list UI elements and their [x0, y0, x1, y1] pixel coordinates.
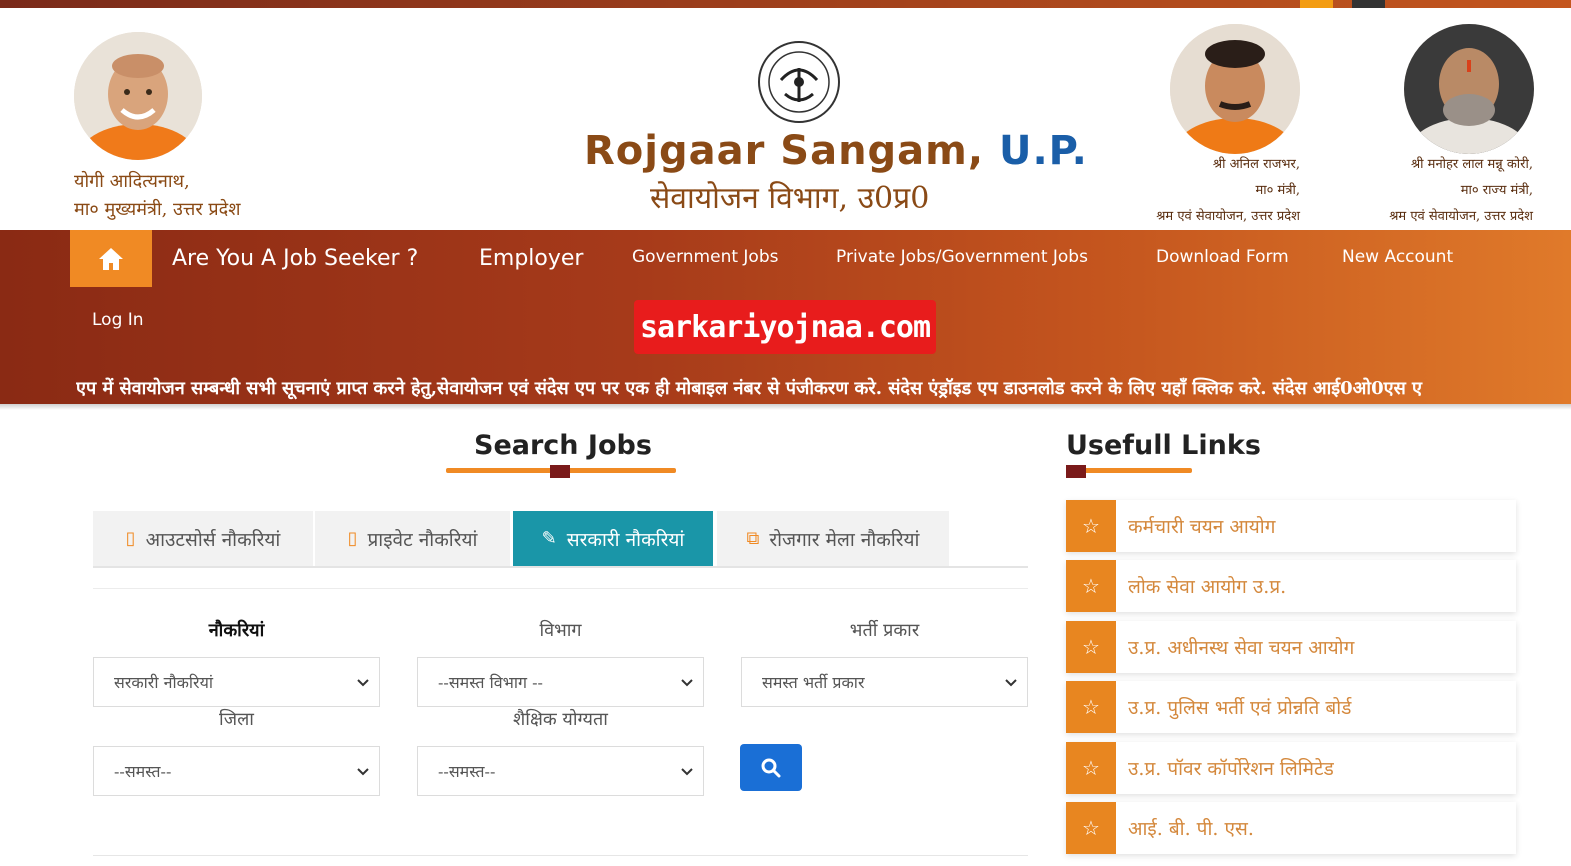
caption-line: श्री मनोहर लाल मन्नू कोरी,: [1410, 157, 1533, 172]
select-value: --समस्त विभाग --: [438, 673, 543, 692]
caption-line: श्रम एवं सेवायोजन, उत्तर प्रदेश: [1156, 209, 1300, 224]
education-select[interactable]: --समस्त--: [417, 746, 704, 796]
jobs-label: नौकरियां: [208, 620, 265, 641]
title-underline-mark: [1066, 465, 1086, 478]
caption-line: श्री अनिल राजभर,: [1212, 157, 1300, 172]
select-value: --समस्त--: [438, 762, 496, 781]
panel-divider: [93, 588, 1028, 589]
chevron-down-icon: [357, 679, 369, 687]
tab-private-jobs[interactable]: ▯ प्राइवेट नौकरियां: [315, 511, 512, 566]
department-label: विभाग: [539, 620, 582, 641]
link-label: लोक सेवा आयोग उ.प्र.: [1128, 576, 1287, 598]
recruitment-type-label: भर्ती प्रकार: [849, 620, 920, 641]
useful-link-item[interactable]: ☆ उ.प्र. अधीनस्थ सेवा चयन आयोग: [1066, 621, 1516, 673]
link-label: उ.प्र. अधीनस्थ सेवा चयन आयोग: [1128, 637, 1355, 659]
chief-minister-portrait: [74, 32, 202, 160]
select-value: सरकारी नौकरियां: [114, 673, 213, 692]
caption-line: मा० मंत्री,: [1255, 183, 1300, 198]
chevron-down-icon: [1005, 679, 1017, 687]
link-label: उ.प्र. पॉवर कॉर्पोरेशन लिमिटेड: [1128, 758, 1334, 780]
nav-private-jobs[interactable]: Private Jobs/Government Jobs: [836, 247, 1088, 267]
nav-login[interactable]: Log In: [92, 310, 144, 330]
home-button[interactable]: [70, 230, 152, 287]
search-button[interactable]: [740, 744, 802, 791]
useful-link-item[interactable]: ☆ आई. बी. पी. एस.: [1066, 802, 1516, 854]
brand-title-state: U.P.: [998, 128, 1088, 174]
nav-job-seeker[interactable]: Are You A Job Seeker ?: [172, 246, 418, 271]
star-icon: ☆: [1066, 560, 1116, 612]
nav-download-form[interactable]: Download Form: [1156, 247, 1289, 267]
labour-minister-caption: श्री अनिल राजभर, मा० मंत्री, श्रम एवं से…: [1100, 152, 1300, 230]
jobs-select[interactable]: सरकारी नौकरियां: [93, 657, 380, 707]
nav-shadow: [0, 404, 1571, 410]
nav-government-jobs[interactable]: Government Jobs: [632, 247, 778, 267]
document-icon: ▯: [125, 528, 136, 549]
edit-icon: ✎: [541, 528, 557, 549]
nav-new-account[interactable]: New Account: [1342, 247, 1453, 267]
top-bar-block: [1352, 0, 1385, 8]
home-icon: [99, 247, 123, 270]
district-label: जिला: [219, 709, 254, 730]
site-header: योगी आदित्यनाथ, मा० मुख्यमंत्री, उत्तर प…: [0, 8, 1571, 230]
state-minister-caption: श्री मनोहर लाल मन्नू कोरी, मा० राज्य मंत…: [1330, 152, 1533, 230]
useful-link-item[interactable]: ☆ लोक सेवा आयोग उ.प्र.: [1066, 560, 1516, 612]
tab-label: प्राइवेट नौकरियां: [367, 528, 478, 551]
link-label: उ.प्र. पुलिस भर्ती एवं प्रोन्नति बोर्ड: [1128, 697, 1352, 719]
tabs-underline: [93, 566, 1028, 568]
chevron-down-icon: [357, 768, 369, 776]
panel-bottom-divider: [93, 855, 1028, 856]
nav-employer[interactable]: Employer: [479, 246, 583, 271]
top-accent-bar: [0, 0, 1571, 8]
main-navigation: Are You A Job Seeker ? Employer Governme…: [0, 230, 1571, 404]
up-state-emblem-icon: [757, 40, 841, 124]
top-bar-block: [1300, 0, 1333, 8]
brand-title: Rojgaar Sangam, U.P.: [584, 128, 1087, 174]
title-underline-mark: [550, 465, 570, 478]
labour-minister-portrait: [1170, 24, 1300, 154]
tab-label: सरकारी नौकरियां: [566, 528, 685, 551]
state-minister-portrait: [1404, 24, 1534, 154]
star-icon: ☆: [1066, 681, 1116, 733]
select-value: समस्त भर्ती प्रकार: [762, 673, 865, 692]
chief-minister-caption: योगी आदित्यनाथ, मा० मुख्यमंत्री, उत्तर प…: [74, 168, 240, 224]
search-jobs-title: Search Jobs: [474, 430, 652, 461]
copy-icon: ⧉: [746, 528, 760, 549]
recruitment-type-select[interactable]: समस्त भर्ती प्रकार: [741, 657, 1028, 707]
district-select[interactable]: --समस्त--: [93, 746, 380, 796]
brand-subtitle: सेवायोजन विभाग, उ0प्र0: [650, 181, 930, 216]
department-select[interactable]: --समस्त विभाग --: [417, 657, 704, 707]
watermark-banner: sarkariyojnaa.com: [634, 300, 936, 354]
brand-title-main: Rojgaar Sangam,: [584, 128, 985, 174]
useful-link-item[interactable]: ☆ उ.प्र. पॉवर कॉर्पोरेशन लिमिटेड: [1066, 742, 1516, 794]
useful-links-title: Usefull Links: [1066, 430, 1261, 461]
caption-line: योगी आदित्यनाथ,: [74, 171, 190, 192]
select-value: --समस्त--: [114, 762, 172, 781]
tab-label: रोजगार मेला नौकरियां: [769, 528, 920, 551]
caption-line: श्रम एवं सेवायोजन, उत्तर प्रदेश: [1389, 209, 1533, 224]
caption-line: मा० मुख्यमंत्री, उत्तर प्रदेश: [74, 199, 241, 220]
tab-rojgar-mela-jobs[interactable]: ⧉ रोजगार मेला नौकरियां: [717, 511, 951, 566]
chevron-down-icon: [681, 768, 693, 776]
news-marquee[interactable]: एप में सेवायोजन सम्बन्धी सभी सूचनाएं प्र…: [76, 376, 1516, 400]
star-icon: ☆: [1066, 500, 1116, 552]
link-label: आई. बी. पी. एस.: [1128, 818, 1254, 840]
job-type-tabs: ▯ आउटसोर्स नौकरियां ▯ प्राइवेट नौकरियां …: [93, 511, 1028, 567]
star-icon: ☆: [1066, 621, 1116, 673]
star-icon: ☆: [1066, 802, 1116, 854]
search-icon: [761, 758, 781, 777]
chevron-down-icon: [681, 679, 693, 687]
tab-government-jobs[interactable]: ✎ सरकारी नौकरियां: [513, 511, 715, 566]
useful-link-item[interactable]: ☆ उ.प्र. पुलिस भर्ती एवं प्रोन्नति बोर्ड: [1066, 681, 1516, 733]
tab-label: आउटसोर्स नौकरियां: [145, 528, 281, 551]
education-label: शैक्षिक योग्यता: [513, 709, 608, 730]
useful-link-item[interactable]: ☆ कर्मचारी चयन आयोग: [1066, 500, 1516, 552]
document-icon: ▯: [347, 528, 358, 549]
star-icon: ☆: [1066, 742, 1116, 794]
caption-line: मा० राज्य मंत्री,: [1460, 183, 1533, 198]
tab-outsource-jobs[interactable]: ▯ आउटसोर्स नौकरियां: [93, 511, 315, 566]
link-label: कर्मचारी चयन आयोग: [1128, 516, 1276, 538]
